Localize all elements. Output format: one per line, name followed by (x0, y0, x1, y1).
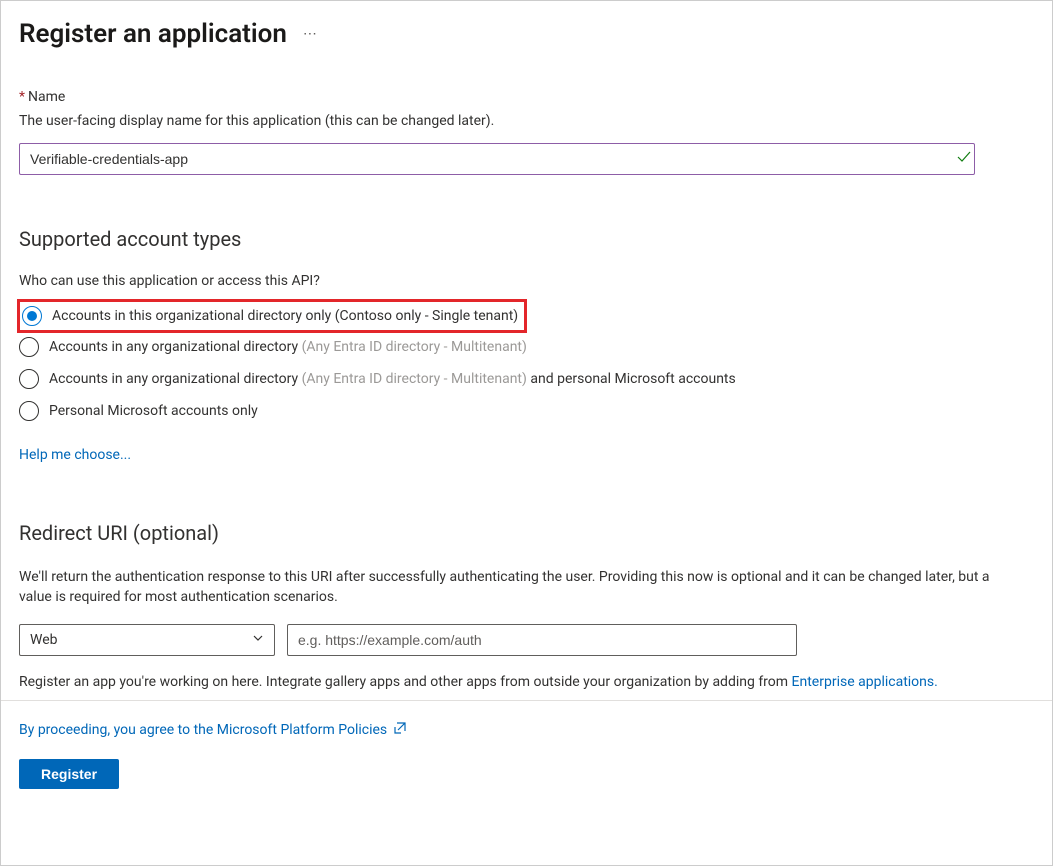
account-types-title: Supported account types (19, 227, 1034, 251)
external-link-icon (393, 721, 407, 739)
redirect-uri-input[interactable] (287, 624, 797, 656)
integrate-text: Register an app you're working on here. … (19, 674, 1034, 690)
radio-icon (19, 401, 39, 421)
platform-select-value: Web (30, 632, 58, 648)
radio-label: Personal Microsoft accounts only (49, 403, 258, 419)
register-application-page: Register an application ⋯ *Name The user… (0, 0, 1053, 866)
platform-select[interactable]: Web (19, 624, 275, 656)
name-label: Name (28, 89, 65, 105)
platform-policies-link[interactable]: By proceeding, you agree to the Microsof… (19, 722, 387, 738)
enterprise-applications-link[interactable]: Enterprise applications. (792, 674, 938, 690)
redirect-uri-title: Redirect URI (optional) (19, 521, 1034, 545)
chevron-down-icon (252, 632, 264, 648)
account-types-question: Who can use this application or access t… (19, 273, 1034, 289)
required-star: * (19, 89, 25, 105)
account-types-radio-list: Accounts in this organizational director… (19, 299, 1034, 427)
redirect-uri-row: Web (19, 624, 1034, 656)
more-icon[interactable]: ⋯ (303, 26, 319, 42)
radio-icon (19, 337, 39, 357)
name-label-row: *Name (19, 89, 1034, 105)
check-icon (956, 149, 972, 169)
page-title: Register an application (19, 19, 287, 49)
policies-row: By proceeding, you agree to the Microsof… (19, 721, 1034, 739)
radio-icon (19, 369, 39, 389)
radio-label: Accounts in any organizational directory… (49, 339, 527, 355)
radio-label: Accounts in this organizational director… (52, 308, 518, 324)
radio-label: Accounts in any organizational directory… (49, 371, 736, 387)
register-button[interactable]: Register (19, 759, 119, 789)
radio-icon (22, 306, 42, 326)
radio-option-multitenant[interactable]: Accounts in any organizational directory… (19, 331, 1034, 363)
radio-option-multitenant-personal[interactable]: Accounts in any organizational directory… (19, 363, 1034, 395)
separator (1, 700, 1052, 701)
name-description: The user-facing display name for this ap… (19, 113, 1034, 129)
redirect-uri-description: We'll return the authentication response… (19, 567, 1019, 608)
radio-option-personal-only[interactable]: Personal Microsoft accounts only (19, 395, 1034, 427)
page-header: Register an application ⋯ (19, 19, 1034, 49)
radio-option-single-tenant[interactable]: Accounts in this organizational director… (17, 299, 527, 333)
help-me-choose-link[interactable]: Help me choose... (19, 447, 131, 463)
name-input-wrap (19, 143, 1034, 175)
name-input[interactable] (19, 143, 975, 175)
